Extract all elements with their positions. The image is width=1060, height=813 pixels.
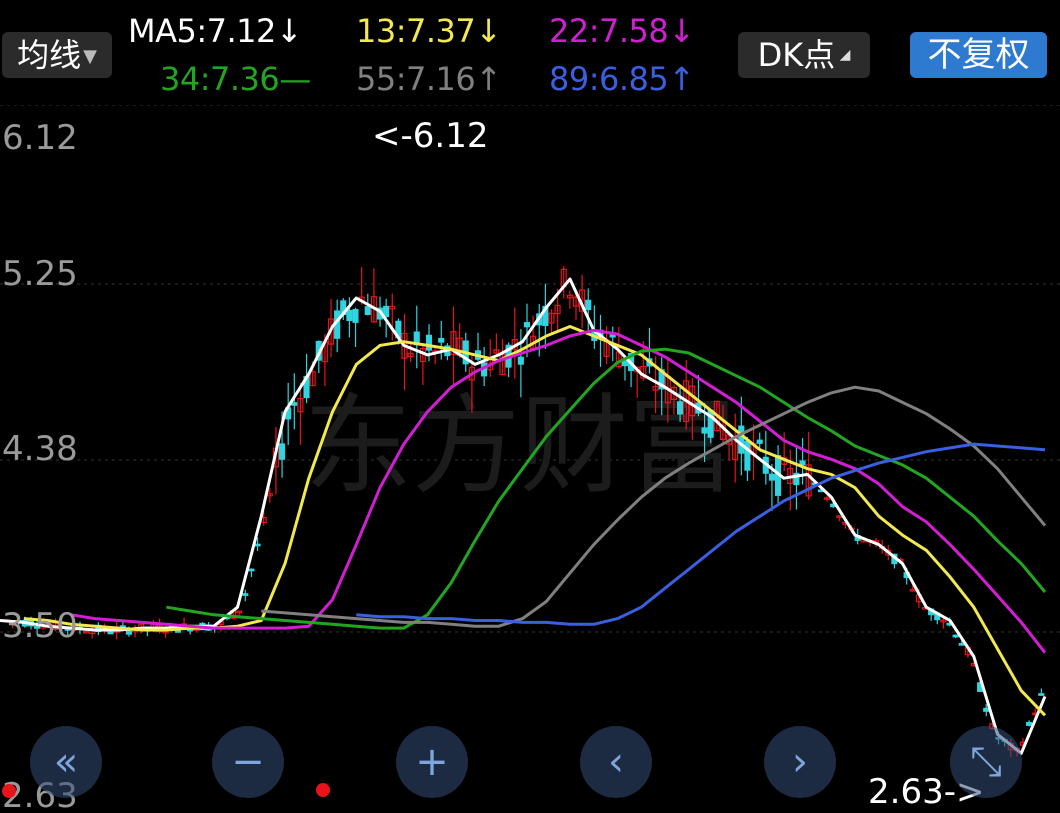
indicator-header: 均线 ▼ MA5:7.12↓ 13:7.37↓ 22:7.58↓ 34:7.36—… <box>0 0 1060 105</box>
candle-body <box>248 568 255 572</box>
ma34-value: 34:7.36— <box>160 60 311 98</box>
candle-body <box>254 543 261 547</box>
candle-body <box>756 439 763 444</box>
candle-body <box>242 593 249 596</box>
chevron-left-icon: ‹ <box>608 739 624 785</box>
candle-body <box>799 460 806 466</box>
y-tick-4-38: 4.38 <box>2 429 78 469</box>
adjust-mode-label: 不复权 <box>927 35 1030 75</box>
candle-body <box>523 322 531 328</box>
y-tick-5-25: 5.25 <box>2 254 78 294</box>
candle-body <box>438 337 445 343</box>
ma-type-dropdown[interactable]: 均线 ▼ <box>2 32 112 78</box>
candle-body <box>291 402 298 406</box>
dk-point-button[interactable]: DK点 ◢ <box>738 32 870 78</box>
chevron-down-icon: ▼ <box>83 46 97 67</box>
candle-body <box>768 473 775 481</box>
next-button[interactable]: › <box>764 726 836 798</box>
candle-body <box>676 401 684 415</box>
y-tick-6-12: 6.12 <box>2 118 78 158</box>
ma13-value: 13:7.37↓ <box>356 12 502 50</box>
candle-body <box>1026 721 1033 726</box>
candle-body <box>383 305 390 318</box>
dk-label: DK点 <box>757 36 836 74</box>
ma89-value: 89:6.85↑ <box>549 60 695 98</box>
candle-body <box>1038 693 1045 696</box>
candle-body <box>621 360 628 367</box>
chevron-right-icon: › <box>792 739 808 785</box>
candle-body <box>585 299 592 311</box>
adjust-mode-button[interactable]: 不复权 <box>910 32 1047 78</box>
max-price-marker: <-6.12 <box>372 116 488 156</box>
kline-chart[interactable]: 东方财富 6.12 5.25 4.38 3.50 2.63 <-6.12 2.6… <box>0 105 1060 813</box>
candle-body <box>744 440 751 471</box>
minus-icon: − <box>231 739 265 785</box>
zoom-in-button[interactable]: + <box>396 726 468 798</box>
candle-body <box>517 356 524 365</box>
candle-body <box>278 443 286 460</box>
zoom-out-button[interactable]: − <box>212 726 284 798</box>
first-page-button[interactable]: « <box>30 726 102 798</box>
candle-body <box>952 634 959 638</box>
candle-body <box>174 630 181 633</box>
candle-body <box>983 707 990 712</box>
ma-lines <box>0 277 1047 755</box>
red-dot-marker <box>316 783 330 797</box>
expand-icon: ⤡ <box>970 739 1002 785</box>
red-dot-marker <box>2 784 16 798</box>
double-chevron-left-icon: « <box>53 739 79 785</box>
candle-body <box>701 427 708 434</box>
plus-icon: + <box>415 739 449 785</box>
candle-body <box>107 631 114 635</box>
candle-body <box>352 309 359 323</box>
candle-body <box>738 425 745 454</box>
ma22-value: 22:7.58↓ <box>549 12 695 50</box>
watermark: 东方财富 <box>304 384 736 509</box>
ma-type-label: 均线 <box>17 36 82 74</box>
ma5-value: MA5:7.12↓ <box>128 12 303 50</box>
candle-body <box>425 334 433 351</box>
fullscreen-button[interactable]: ⤡ <box>950 726 1022 798</box>
prev-button[interactable]: ‹ <box>580 726 652 798</box>
candle-body <box>346 310 353 321</box>
y-tick-3-50: 3.50 <box>2 606 78 646</box>
candle-body <box>958 643 965 646</box>
ma55-value: 55:7.16↑ <box>356 60 502 98</box>
corner-triangle-icon: ◢ <box>835 47 851 63</box>
candle-body <box>364 306 371 315</box>
